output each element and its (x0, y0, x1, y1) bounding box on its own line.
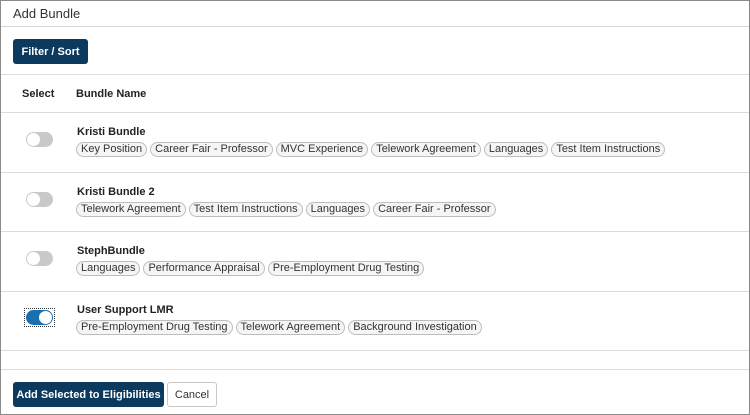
bundle-name: Kristi Bundle (77, 126, 146, 138)
bundle-tags: Telework Agreement Test Item Instructions… (76, 202, 496, 217)
dialog-title: Add Bundle (13, 6, 81, 21)
bundle-name-column-header: Bundle Name (76, 88, 147, 100)
tag-chip: Pre-Employment Drug Testing (76, 320, 233, 335)
row-divider (1, 350, 749, 351)
tag-chip: Career Fair - Professor (373, 202, 496, 217)
row-divider (1, 172, 749, 173)
tag-chip: Key Position (76, 142, 148, 157)
tag-chip: Languages (483, 142, 549, 157)
tag-chip: Background Investigation (348, 320, 482, 335)
bundle-tags: Key Position Career Fair - Professor MVC E… (76, 142, 666, 157)
tag-chip: MVC Experience (275, 142, 369, 157)
tag-chip: Languages (305, 202, 371, 217)
title-divider (1, 26, 749, 27)
bundle-name: StephBundle (77, 245, 145, 257)
tag-chip: Career Fair - Professor (150, 142, 273, 157)
bundle-name: User Support LMR (77, 304, 174, 316)
divider (1, 112, 749, 113)
cancel-button[interactable]: Cancel (167, 382, 217, 407)
tag-chip: Telework Agreement (371, 142, 481, 157)
divider (1, 369, 749, 370)
row-divider (1, 231, 749, 232)
row-divider (1, 291, 749, 292)
filter-sort-button[interactable]: Filter / Sort (13, 39, 88, 64)
select-toggle[interactable] (26, 192, 53, 207)
tag-chip: Telework Agreement (235, 320, 346, 335)
tag-chip: Telework Agreement (76, 202, 186, 217)
tag-chip: Pre-Employment Drug Testing (267, 261, 425, 276)
select-toggle[interactable] (26, 251, 53, 266)
tag-chip: Performance Appraisal (143, 261, 265, 276)
divider (1, 74, 749, 75)
select-column-header: Select (22, 88, 55, 100)
toggle-knob (27, 133, 40, 146)
tag-chip: Languages (76, 261, 141, 276)
tag-chip: Test Item Instructions (551, 142, 666, 157)
select-toggle[interactable] (26, 132, 53, 147)
bundle-tags: Pre-Employment Drug Testing Telework Agre… (76, 320, 482, 335)
add-bundle-dialog: Add Bundle Filter / Sort Select Bundle N… (0, 0, 750, 415)
toggle-knob (27, 193, 40, 206)
bundle-name: Kristi Bundle 2 (77, 186, 155, 198)
toggle-knob (27, 252, 40, 265)
add-selected-button[interactable]: Add Selected to Eligibilities (13, 382, 164, 407)
bundle-tags: Languages Performance Appraisal Pre-Employ… (76, 261, 425, 276)
tag-chip: Test Item Instructions (188, 202, 303, 217)
focus-ring (24, 308, 55, 327)
